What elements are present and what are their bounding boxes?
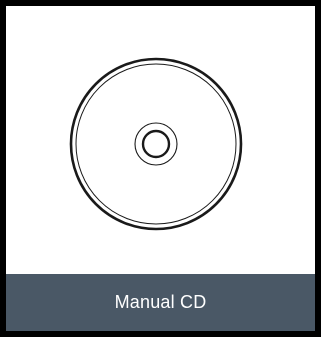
- cd-inner-rim: [75, 63, 237, 225]
- cd-center-hole: [141, 129, 171, 159]
- caption-bar: Manual CD: [6, 274, 315, 331]
- cd-outer-rim: [69, 57, 243, 231]
- card-caption: Manual CD: [114, 292, 207, 312]
- cd-disc-icon: [69, 57, 243, 231]
- cd-hub-ring: [134, 122, 178, 166]
- card-image-area: [6, 6, 315, 273]
- manual-cd-card[interactable]: Manual CD: [0, 0, 321, 337]
